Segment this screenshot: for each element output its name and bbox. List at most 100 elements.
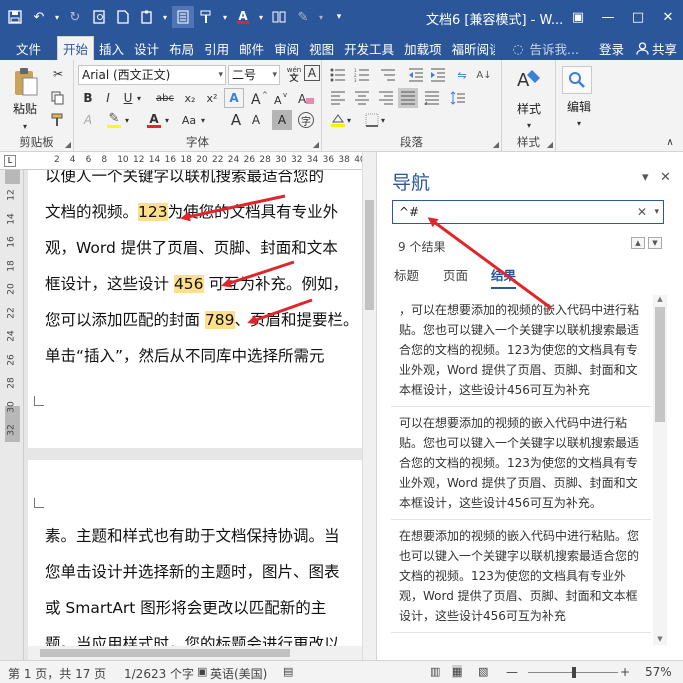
document-page[interactable]: 素。主题和样式也有助于文档保持协调。当 您单击设计并选择新的主题时，图片、图表 … [28,460,362,660]
save-icon[interactable] [4,6,26,28]
underline-dropdown-icon[interactable]: ▾ [134,88,144,108]
format-painter-icon[interactable] [48,110,68,130]
share-button[interactable]: 共享 [636,39,677,58]
strikethrough-button[interactable]: abc [152,88,178,108]
redo-icon[interactable]: ↻ [64,6,86,28]
paste-icon[interactable] [10,66,40,98]
paste-button[interactable]: 粘贴 [8,100,42,117]
cut-icon[interactable]: ✂ [48,64,68,84]
change-case-dropdown-icon[interactable]: ▾ [198,110,208,130]
distributed-icon[interactable] [422,88,442,108]
proofing-icon[interactable]: ▣ [197,665,207,678]
tab-selector[interactable]: L [4,155,16,167]
numbering-icon[interactable]: 123 [352,65,372,85]
grow-font-icon[interactable]: A ^ [250,88,270,108]
clear-search-icon[interactable]: ✕ [637,201,647,223]
font-launcher-icon[interactable]: ◢ [313,140,319,149]
previous-result-button[interactable]: ▲ [631,237,645,249]
columns-icon[interactable] [268,6,290,28]
change-case-icon[interactable]: Aa [178,110,200,130]
borders-dropdown-icon[interactable]: ▾ [378,110,388,130]
undo-dropdown-icon[interactable]: ▾ [52,6,62,28]
font-color-icon[interactable]: A [144,110,164,130]
justify-icon[interactable] [398,88,418,108]
decrease-indent-icon[interactable] [406,65,426,85]
bold-button[interactable]: B [78,88,98,108]
horizontal-ruler[interactable]: L 2 4 6 8 10 12 14 16 18 20 22 24 26 28 30 32 34 36 38 40 [0,152,366,170]
subscript-button[interactable]: x₂ [180,88,200,108]
tab-foxit[interactable]: 福昕阅读 [447,36,495,60]
line-spacing-icon[interactable] [448,88,468,108]
zoom-slider-thumb[interactable] [572,667,576,678]
zoom-level[interactable]: 57% [645,665,672,679]
font-color-qat-dropdown-icon[interactable]: ▾ [256,6,266,28]
nav-search-input[interactable]: ^# ✕ ▾ [392,200,664,224]
zoom-out-button[interactable]: — [506,665,518,679]
styles-launcher-icon[interactable]: ◢ [547,140,553,149]
results-scrollbar[interactable]: ▲ ▼ [653,295,667,645]
document-vertical-scrollbar[interactable] [362,152,376,660]
format-painter-dropdown-icon[interactable]: ▾ [220,6,230,28]
nav-close-icon[interactable]: ✕ [660,170,671,185]
vertical-ruler[interactable]: 12 14 16 18 20 22 24 26 28 30 32 [0,170,24,660]
italic-button[interactable]: I [98,88,118,108]
highlight-dropdown-icon[interactable]: ▾ [122,110,132,130]
page-layout-icon[interactable] [172,6,194,28]
scroll-thumb[interactable] [40,649,290,657]
print-preview-icon[interactable] [88,6,110,28]
copy-icon[interactable] [48,88,68,108]
phonetic-guide-icon[interactable]: wén 文 [284,65,304,85]
increase-indent-icon[interactable] [428,65,448,85]
clear-format-icon[interactable]: A [296,88,316,108]
chinese-layout-icon[interactable]: ⇋ [452,65,472,85]
tab-design[interactable]: 设计 [129,36,164,60]
new-document-icon[interactable] [112,6,134,28]
paragraph-launcher-icon[interactable]: ◢ [493,140,499,149]
scroll-thumb[interactable] [365,200,374,310]
undo-icon[interactable]: ↶ [28,6,50,28]
font-name-combo[interactable]: Arial (西文正文) ▾ [78,65,226,85]
search-icon[interactable] [562,66,592,94]
next-result-button[interactable]: ▼ [648,237,662,249]
tab-insert[interactable]: 插入 [94,36,129,60]
zoom-in-button[interactable]: + [620,665,630,679]
tab-developer[interactable]: 开发工具 [339,36,399,60]
search-options-icon[interactable]: ▾ [654,201,659,223]
paste-qat-dropdown-icon[interactable]: ▾ [160,6,170,28]
highlight-color-icon[interactable]: ✎ [104,110,124,130]
paste-dropdown-icon[interactable]: ▾ [15,116,35,136]
bullets-icon[interactable] [328,65,348,85]
print-layout-icon[interactable]: ▦ [452,665,463,678]
document-horizontal-scrollbar[interactable] [28,646,362,660]
shading-dropdown-icon[interactable]: ▾ [344,110,354,130]
collapse-ribbon-icon[interactable]: ∧ [660,132,680,152]
grow-font-alt-icon[interactable]: A [226,110,246,130]
page-count[interactable]: 第 1 页，共 17 页 [8,665,106,682]
read-mode-icon[interactable]: ▥ [430,665,440,678]
shrink-font-icon[interactable]: Av [272,88,292,108]
enclose-char-icon[interactable]: 字 [296,110,316,130]
scroll-thumb[interactable] [655,307,665,422]
tab-mailings[interactable]: 邮件 [234,36,269,60]
tab-home[interactable]: 开始 [57,36,95,60]
language[interactable]: 英语(美国) [210,665,267,682]
tab-file[interactable]: 文件 [0,36,57,60]
align-center-icon[interactable] [352,88,372,108]
document-page[interactable]: 以便人一个关键字以联机搜索最适合您的 文档的视频。123为使您的文档具有专业外 … [28,170,362,448]
tab-addins[interactable]: 加载项 [399,36,447,60]
font-color-dropdown-icon[interactable]: ▾ [162,110,172,130]
web-layout-icon[interactable]: ▧ [478,665,488,678]
result-item[interactable]: 可以在想要添加的视频的嵌入代码中进行粘贴。您也可以键入一个关键字以联机搜索最适合… [391,407,651,520]
macro-record-icon[interactable]: ▤ [283,665,293,678]
ribbon-display-icon[interactable]: ▣ [563,0,593,34]
font-color-qat-icon[interactable]: A [232,6,254,28]
nav-tab-headings[interactable]: 标题 [394,265,419,284]
minimize-button[interactable]: — [593,0,623,34]
nav-tab-pages[interactable]: 页面 [443,265,468,284]
align-right-icon[interactable] [376,88,396,108]
maximize-button[interactable]: □ [623,0,653,34]
tab-review[interactable]: 审阅 [269,36,304,60]
scroll-up-icon[interactable]: ▲ [655,295,665,305]
shrink-font-alt-icon[interactable]: A [246,110,266,130]
styles-gallery-icon[interactable]: A [516,66,542,92]
